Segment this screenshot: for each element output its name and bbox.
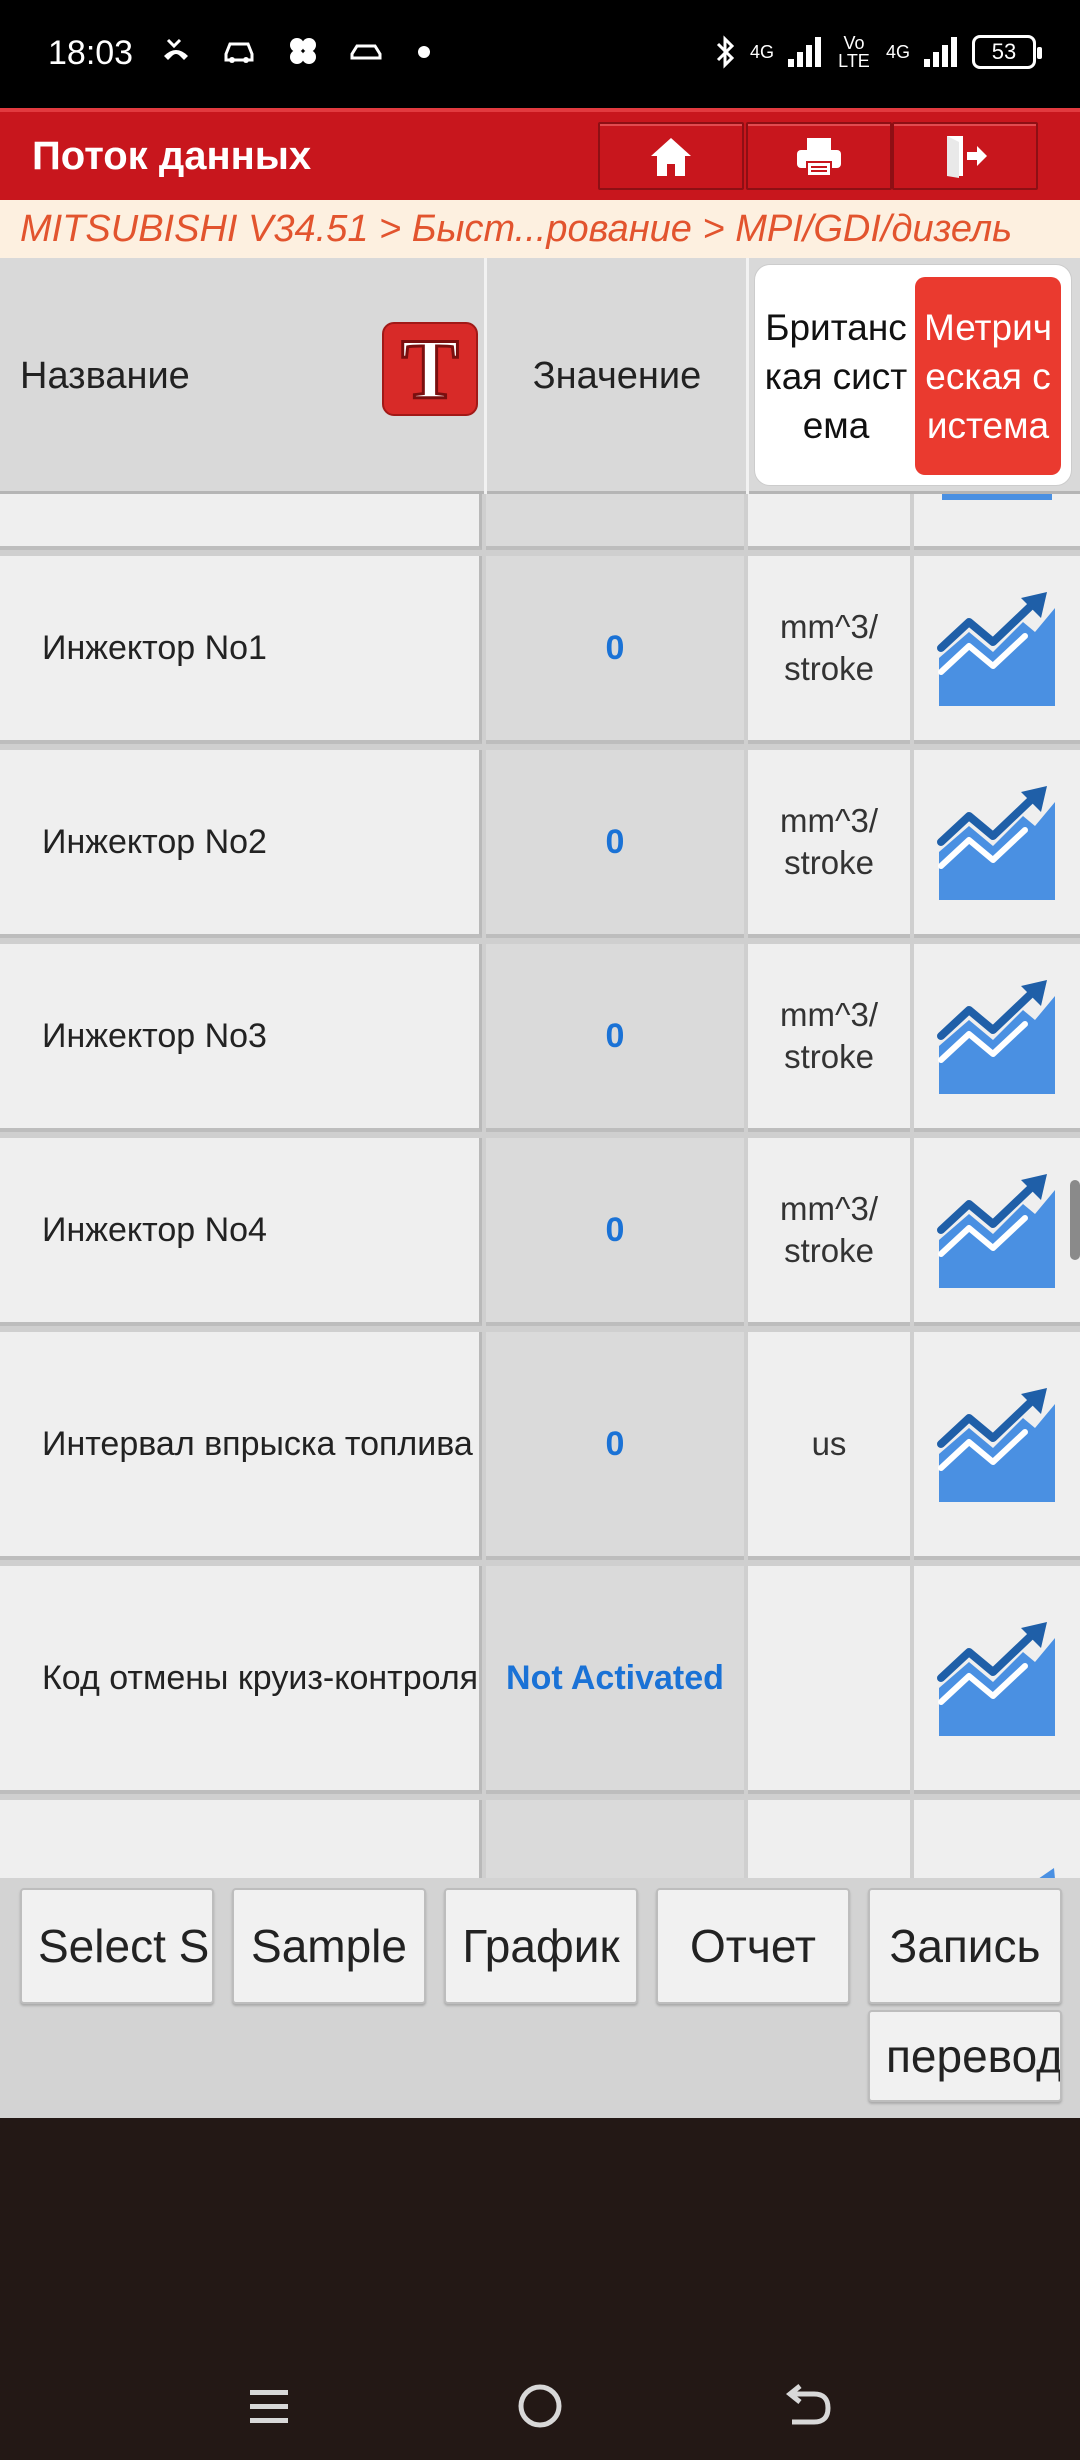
table-row-partial[interactable] <box>0 494 1080 550</box>
car-key-icon <box>350 44 382 60</box>
row-name: Интервал впрыска топлива <box>0 1332 482 1560</box>
metric-unit-option[interactable]: Метрическая система <box>915 277 1061 475</box>
line-chart-icon <box>937 592 1055 706</box>
home-nav-icon[interactable] <box>510 2376 570 2436</box>
scrollbar-thumb[interactable] <box>1070 1180 1080 1260</box>
row-value: 0 <box>486 556 744 744</box>
exit-button[interactable] <box>892 122 1038 190</box>
graph-icon-fragment <box>942 494 1052 500</box>
table-row[interactable]: Интервал впрыска топлива 0 us <box>0 1332 1080 1560</box>
header-divider <box>484 258 487 494</box>
app-header: Поток данных <box>0 108 1080 200</box>
flower-icon <box>289 38 316 64</box>
line-chart-icon <box>937 1622 1055 1736</box>
status-bar: 18:03 4G Vo LTE 4G 53 <box>0 0 1080 108</box>
graph-button[interactable] <box>914 944 1080 1132</box>
row-name-cell <box>0 494 482 550</box>
row-value: 0 <box>486 750 744 938</box>
row-name: Код отмены круиз-контроля <box>0 1566 482 1794</box>
row-name: Инжектор No4 <box>0 1138 482 1326</box>
battery-icon: 53 <box>972 35 1042 69</box>
table-row[interactable]: Инжектор No4 0 mm^3/ stroke <box>0 1138 1080 1326</box>
row-graph-cell[interactable] <box>914 494 1080 550</box>
row-unit: us <box>748 1332 910 1560</box>
volte-label: Vo LTE <box>838 33 870 71</box>
exit-icon <box>947 136 987 178</box>
graph-button[interactable] <box>914 750 1080 938</box>
line-chart-icon <box>1039 1868 1055 1878</box>
table-row[interactable]: Инжектор No3 0 mm^3/ stroke <box>0 944 1080 1132</box>
row-value-cell <box>486 494 744 550</box>
row-unit-cell <box>748 1800 910 1878</box>
line-chart-icon <box>937 980 1055 1094</box>
battery-level: 53 <box>991 39 1017 64</box>
row-graph-cell[interactable] <box>914 1800 1080 1878</box>
graph-button[interactable] <box>914 1138 1080 1326</box>
table-row[interactable]: Код отмены круиз-контроля Not Activated <box>0 1566 1080 1794</box>
sample-button[interactable]: Sample <box>232 1888 426 2004</box>
table-row[interactable]: Инжектор No1 0 mm^3/ stroke <box>0 556 1080 744</box>
signal-icon <box>787 37 822 67</box>
report-button[interactable]: Отчет <box>656 1888 850 2004</box>
recent-apps-icon[interactable] <box>240 2376 300 2436</box>
translate-button[interactable]: перевод <box>868 2010 1062 2102</box>
row-unit: mm^3/ stroke <box>748 750 910 938</box>
print-icon <box>797 138 841 177</box>
network-label-1: 4G <box>749 42 774 62</box>
table-row[interactable]: Инжектор No2 0 mm^3/ stroke <box>0 750 1080 938</box>
header-divider <box>746 258 749 494</box>
table-header: Название T Значение Британская система М… <box>0 258 1080 494</box>
line-chart-icon <box>937 1388 1055 1502</box>
row-unit: mm^3/ stroke <box>748 556 910 744</box>
table-row-partial[interactable] <box>0 1800 1080 1878</box>
status-time: 18:03 <box>48 34 134 72</box>
t-icon: T <box>400 321 460 417</box>
row-name: Инжектор No3 <box>0 944 482 1132</box>
dot-icon <box>418 46 431 58</box>
graph-button[interactable] <box>914 556 1080 744</box>
row-name: Инжектор No2 <box>0 750 482 938</box>
row-value: Not Activated <box>486 1566 744 1794</box>
page-title: Поток данных <box>32 134 312 178</box>
notification-icons <box>160 36 431 74</box>
text-size-button[interactable]: T <box>382 322 478 416</box>
network-label-2: 4G <box>885 42 910 62</box>
unit-toggle: Британская система Метрическая система <box>754 264 1072 486</box>
row-unit: mm^3/ stroke <box>748 944 910 1132</box>
data-stream-list[interactable]: Инжектор No1 0 mm^3/ stroke Инжектор No2… <box>0 494 1080 1878</box>
line-chart-icon <box>937 1174 1055 1288</box>
graph-button-toolbar[interactable]: График <box>444 1888 638 2004</box>
row-unit: mm^3/ stroke <box>748 1138 910 1326</box>
row-value: 0 <box>486 1332 744 1560</box>
column-header-name: Название <box>20 355 190 397</box>
car-icon <box>224 42 254 63</box>
home-button[interactable] <box>598 122 744 190</box>
row-unit-cell <box>748 494 910 550</box>
column-header-value: Значение <box>532 355 702 397</box>
row-value: 0 <box>486 1138 744 1326</box>
bluetooth-icon <box>716 35 735 69</box>
row-unit <box>748 1566 910 1794</box>
select-button[interactable]: Select S <box>20 1888 214 2004</box>
print-button[interactable] <box>746 122 892 190</box>
row-value: 0 <box>486 944 744 1132</box>
row-value-cell <box>486 1800 744 1878</box>
home-icon <box>651 138 691 176</box>
status-right: 4G Vo LTE 4G 53 <box>714 33 1042 71</box>
graph-button[interactable] <box>914 1566 1080 1794</box>
row-name-cell <box>0 1800 482 1878</box>
system-nav-bar <box>0 2118 1080 2460</box>
row-name: Инжектор No1 <box>0 556 482 744</box>
record-button[interactable]: Запись <box>868 1888 1062 2004</box>
back-icon[interactable] <box>778 2376 838 2436</box>
signal-icon-2 <box>924 37 958 67</box>
line-chart-icon <box>937 786 1055 900</box>
breadcrumb[interactable]: MITSUBISHI V34.51 > Быст...рование > MPI… <box>0 200 1080 258</box>
bottom-toolbar: Select S Sample График Отчет Запись пере… <box>0 1878 1080 2118</box>
graph-button[interactable] <box>914 1332 1080 1560</box>
imperial-unit-option[interactable]: Британская система <box>763 277 909 475</box>
missed-call-icon <box>164 38 188 60</box>
